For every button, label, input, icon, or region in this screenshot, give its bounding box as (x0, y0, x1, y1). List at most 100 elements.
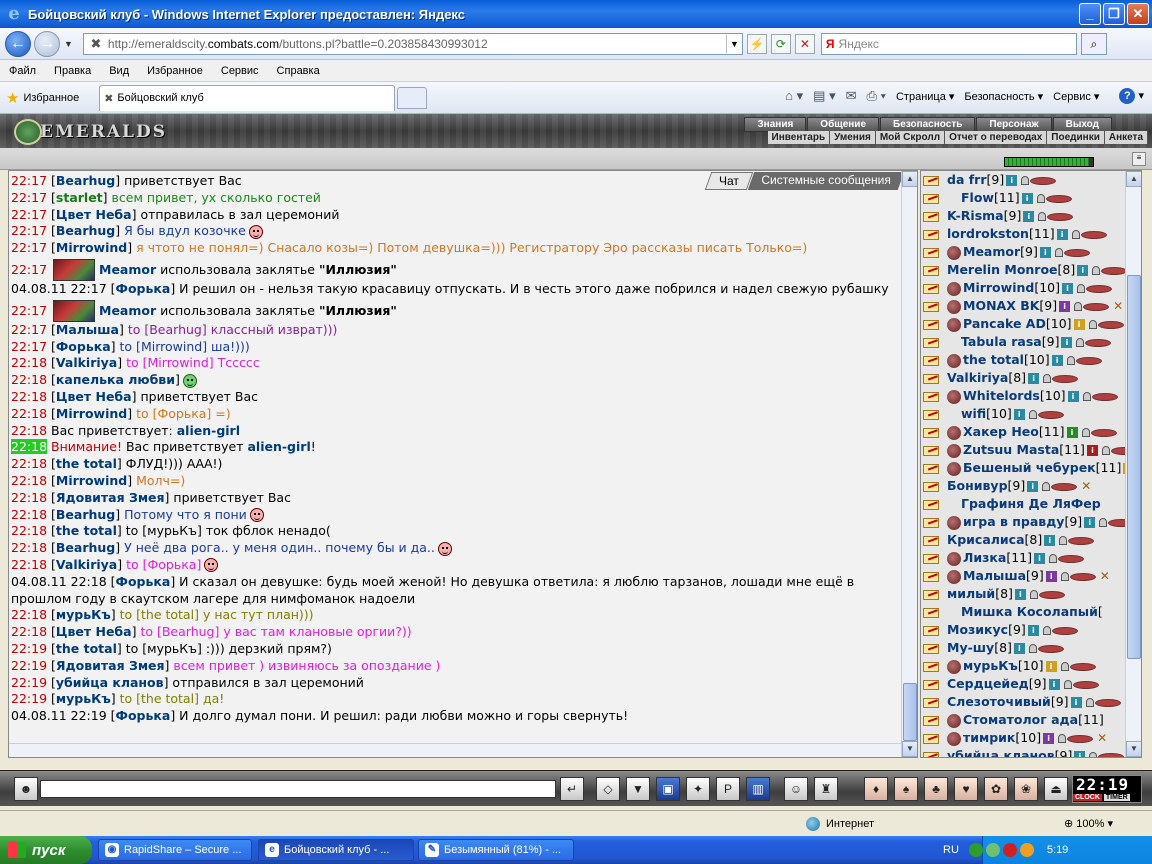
message-author[interactable]: Цвет Неба (56, 389, 132, 404)
user-name[interactable]: Merelin Monroe (947, 262, 1058, 277)
user-info-icon[interactable]: i (1034, 553, 1045, 564)
user-name[interactable]: Whitelords (963, 388, 1040, 403)
user-row[interactable]: Merelin Monroe[8] i (921, 261, 1141, 279)
private-message-icon[interactable] (923, 318, 941, 330)
user-list-scroll-thumb[interactable] (1127, 275, 1141, 659)
action-3-icon[interactable]: ♣ (924, 777, 948, 801)
message-author[interactable]: мурьКъ (56, 691, 111, 706)
user-info-icon[interactable]: i (1045, 571, 1057, 582)
private-message-icon[interactable] (923, 714, 941, 726)
user-info-icon[interactable]: i (1039, 247, 1051, 258)
user-name[interactable]: тимрик (963, 730, 1015, 745)
user-name[interactable]: Лизка (963, 550, 1006, 565)
message-author[interactable]: мурьКъ (56, 607, 111, 622)
forward-button[interactable]: → (34, 30, 60, 57)
private-message-icon[interactable] (923, 552, 941, 564)
user-row[interactable]: Valkiriya[8] i (921, 369, 1141, 387)
action-6-icon[interactable]: ❀ (1014, 777, 1038, 801)
message-author[interactable]: Mirrowind (56, 406, 127, 421)
user-row[interactable]: Стоматолог ада[11] (921, 711, 1141, 729)
private-message-icon[interactable] (923, 516, 941, 528)
menu-character[interactable]: Персонаж (976, 117, 1052, 132)
language-indicator[interactable]: RU (943, 844, 959, 856)
private-message-icon[interactable] (923, 642, 941, 654)
user-name[interactable]: Бонивур (947, 478, 1008, 493)
menu-tools[interactable]: Сервис (212, 65, 268, 77)
user-name[interactable]: Valkiriya (947, 370, 1008, 385)
history-dropdown-icon[interactable]: ▼ (64, 39, 73, 49)
chat-mode-icon[interactable]: ☻ (14, 777, 38, 801)
message-author[interactable]: Ядовитая Змея (56, 490, 165, 505)
user-info-icon[interactable]: i (1062, 283, 1073, 294)
scroll-down-icon[interactable]: ▼ (1126, 741, 1141, 757)
user-row[interactable]: Tabula rasa[9] i (921, 333, 1141, 351)
close-button[interactable]: ✕ (1127, 3, 1149, 25)
user-row[interactable]: da frr[9] i (921, 171, 1141, 189)
user-name[interactable]: Pancake AD (963, 316, 1046, 331)
tab-combats[interactable]: ✖ Бойцовский клуб (99, 84, 396, 111)
user-name[interactable]: Му-шу (947, 640, 994, 655)
message-author[interactable]: Цвет Неба (56, 624, 132, 639)
security-menu[interactable]: Безопасность ▾ (964, 90, 1043, 103)
message-author[interactable]: starlet (56, 190, 103, 205)
back-button[interactable]: ← (5, 30, 31, 57)
user-name[interactable]: убийца кланов (947, 748, 1055, 757)
user-row[interactable]: MONAX BK[9] i ✕ (921, 297, 1141, 315)
user-row[interactable]: Сердцейед[9] i (921, 675, 1141, 693)
user-name[interactable]: lordrokston (947, 226, 1029, 241)
menu-view[interactable]: Вид (100, 65, 138, 77)
message-author[interactable]: the total (56, 641, 117, 656)
user-info-icon[interactable]: i (1021, 193, 1033, 204)
private-message-icon[interactable] (923, 624, 941, 636)
private-message-icon[interactable] (923, 282, 941, 294)
tray-app-icon[interactable] (985, 843, 1000, 857)
user-info-icon[interactable]: i (1048, 679, 1060, 690)
message-author[interactable]: Малыша (56, 322, 119, 337)
user-info-icon[interactable]: i (1084, 517, 1096, 528)
tray-network-icon[interactable] (968, 843, 983, 857)
menu-file[interactable]: Файл (0, 65, 45, 77)
user-row[interactable]: Mirrowind[10] i (921, 279, 1141, 297)
user-info-icon[interactable]: i (1027, 625, 1039, 636)
user-name[interactable]: Мишка Косолапый (961, 604, 1098, 619)
tray-antivirus-icon[interactable] (1002, 843, 1017, 857)
user-row[interactable]: игра в правду[9] i (921, 513, 1141, 531)
private-message-icon[interactable] (923, 174, 941, 186)
recipient-nick[interactable]: Mirrowind (141, 339, 202, 354)
user-row[interactable]: wifi[10] i (921, 405, 1141, 423)
user-name[interactable]: Слезоточивый (947, 694, 1051, 709)
user-row[interactable]: Flow[11] i (921, 189, 1141, 207)
private-message-icon[interactable] (923, 606, 941, 618)
scroll-up-icon[interactable]: ▲ (1126, 171, 1141, 187)
user-name[interactable]: Стоматолог ада (963, 712, 1078, 727)
private-message-icon[interactable] (923, 300, 941, 312)
private-message-icon[interactable] (923, 228, 941, 240)
private-message-icon[interactable] (923, 336, 941, 348)
user-info-icon[interactable]: i (1061, 337, 1073, 348)
user-info-icon[interactable]: i (1056, 229, 1068, 240)
private-message-icon[interactable] (923, 246, 941, 258)
private-message-icon[interactable] (923, 210, 941, 222)
menu-exit[interactable]: Выход (1052, 117, 1112, 132)
user-name[interactable]: wifi (961, 406, 986, 421)
private-message-icon[interactable] (923, 750, 941, 757)
message-author[interactable]: Форька (116, 281, 171, 296)
scroll-up-icon[interactable]: ▲ (902, 171, 917, 187)
private-message-icon[interactable] (923, 462, 941, 474)
chat-scrollbar[interactable]: ▲ ▼ (901, 171, 917, 757)
chat-scroll-thumb[interactable] (903, 683, 917, 741)
task-paint[interactable]: ✎ Безымянный (81%) - ... (418, 839, 574, 861)
task-rapidshare[interactable]: ◉ RapidShare – Secure ... (98, 839, 252, 861)
private-message-icon[interactable] (923, 408, 941, 420)
menu-communication[interactable]: Общение (807, 117, 879, 132)
user-name[interactable]: игра в правду (963, 514, 1064, 529)
task-combats[interactable]: e Бойцовский клуб - ... (258, 839, 414, 861)
exit-icon[interactable]: ⏏ (1044, 777, 1068, 801)
message-author[interactable]: Форька (116, 574, 171, 589)
frame-toggle-icon[interactable]: ≡ (1132, 152, 1146, 166)
user-info-icon[interactable]: i (1045, 661, 1057, 672)
user-row[interactable]: Мишка Косолапый[ (921, 603, 1141, 621)
action-5-icon[interactable]: ✿ (984, 777, 1008, 801)
menu-battles[interactable]: Поединки (1047, 131, 1105, 144)
tray-misc-icon[interactable] (1019, 843, 1034, 857)
